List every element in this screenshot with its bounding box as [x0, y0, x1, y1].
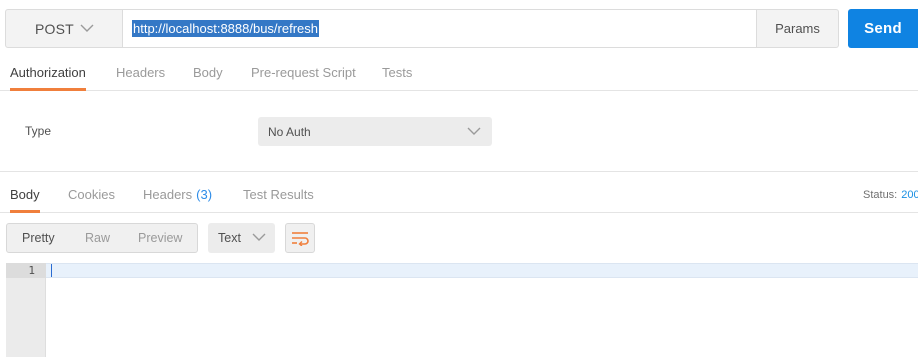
auth-type-value: No Auth [268, 124, 311, 139]
tab-label: Cookies [68, 187, 115, 202]
tab-tests[interactable]: Tests [382, 55, 412, 90]
tab-label: Body [193, 65, 223, 80]
format-select[interactable]: Text [208, 223, 275, 253]
auth-type-select[interactable]: No Auth [258, 117, 492, 146]
params-label: Params [775, 21, 820, 36]
chevron-down-icon [467, 127, 481, 135]
tab-label: Headers [143, 187, 193, 202]
tab-authorization[interactable]: Authorization [10, 55, 86, 91]
response-status: Status: 200 [863, 177, 918, 212]
view-mode-pretty[interactable]: Pretty [22, 231, 55, 245]
app-root: POST http://localhost:8888/bus/refresh P… [0, 0, 918, 357]
headers-count-badge: (3) [196, 187, 213, 202]
active-line-highlight [46, 263, 918, 278]
tab-response-headers[interactable]: Headers (3) [143, 177, 212, 212]
section-divider [0, 171, 918, 172]
wrap-lines-button[interactable] [285, 223, 315, 253]
tab-test-results[interactable]: Test Results [243, 177, 314, 212]
tab-label: Pre-request Script [251, 65, 356, 80]
method-label: POST [35, 20, 74, 37]
chevron-down-icon [80, 24, 94, 32]
url-text: http://localhost:8888/bus/refresh [132, 20, 320, 37]
tab-label: Tests [382, 65, 413, 80]
status-label: Status: [863, 188, 898, 201]
params-button[interactable]: Params [756, 9, 839, 48]
tab-response-body[interactable]: Body [10, 177, 40, 213]
view-mode-toggle: Pretty Raw Preview [6, 223, 198, 253]
url-input[interactable]: http://localhost:8888/bus/refresh [123, 9, 756, 48]
active-gutter-line [6, 263, 46, 278]
view-mode-raw[interactable]: Raw [85, 231, 110, 245]
status-value: 200 [901, 188, 918, 201]
tab-label: Body [10, 187, 40, 202]
line-number: 1 [28, 264, 35, 277]
tab-body[interactable]: Body [193, 55, 223, 90]
send-button[interactable]: Send [848, 9, 918, 48]
tab-label: Authorization [10, 65, 86, 80]
format-value: Text [218, 231, 241, 245]
line-gutter: 1 [6, 263, 46, 357]
view-mode-preview[interactable]: Preview [138, 231, 182, 245]
chevron-down-icon [252, 233, 266, 241]
response-editor[interactable]: 1 [6, 263, 918, 357]
tab-label: Test Results [243, 187, 314, 202]
auth-type-label: Type [25, 124, 52, 138]
method-select[interactable]: POST [5, 9, 123, 48]
text-cursor [51, 264, 52, 277]
tab-headers[interactable]: Headers [116, 55, 165, 90]
send-label: Send [864, 20, 902, 37]
tab-label: Headers [116, 65, 166, 80]
response-tabs: Body Cookies Headers (3) Test Results St… [0, 177, 918, 213]
tab-cookies[interactable]: Cookies [68, 177, 115, 212]
tab-pre-request-script[interactable]: Pre-request Script [251, 55, 356, 90]
wrap-lines-icon [292, 232, 309, 246]
request-tabs: Authorization Headers Body Pre-request S… [0, 55, 918, 91]
